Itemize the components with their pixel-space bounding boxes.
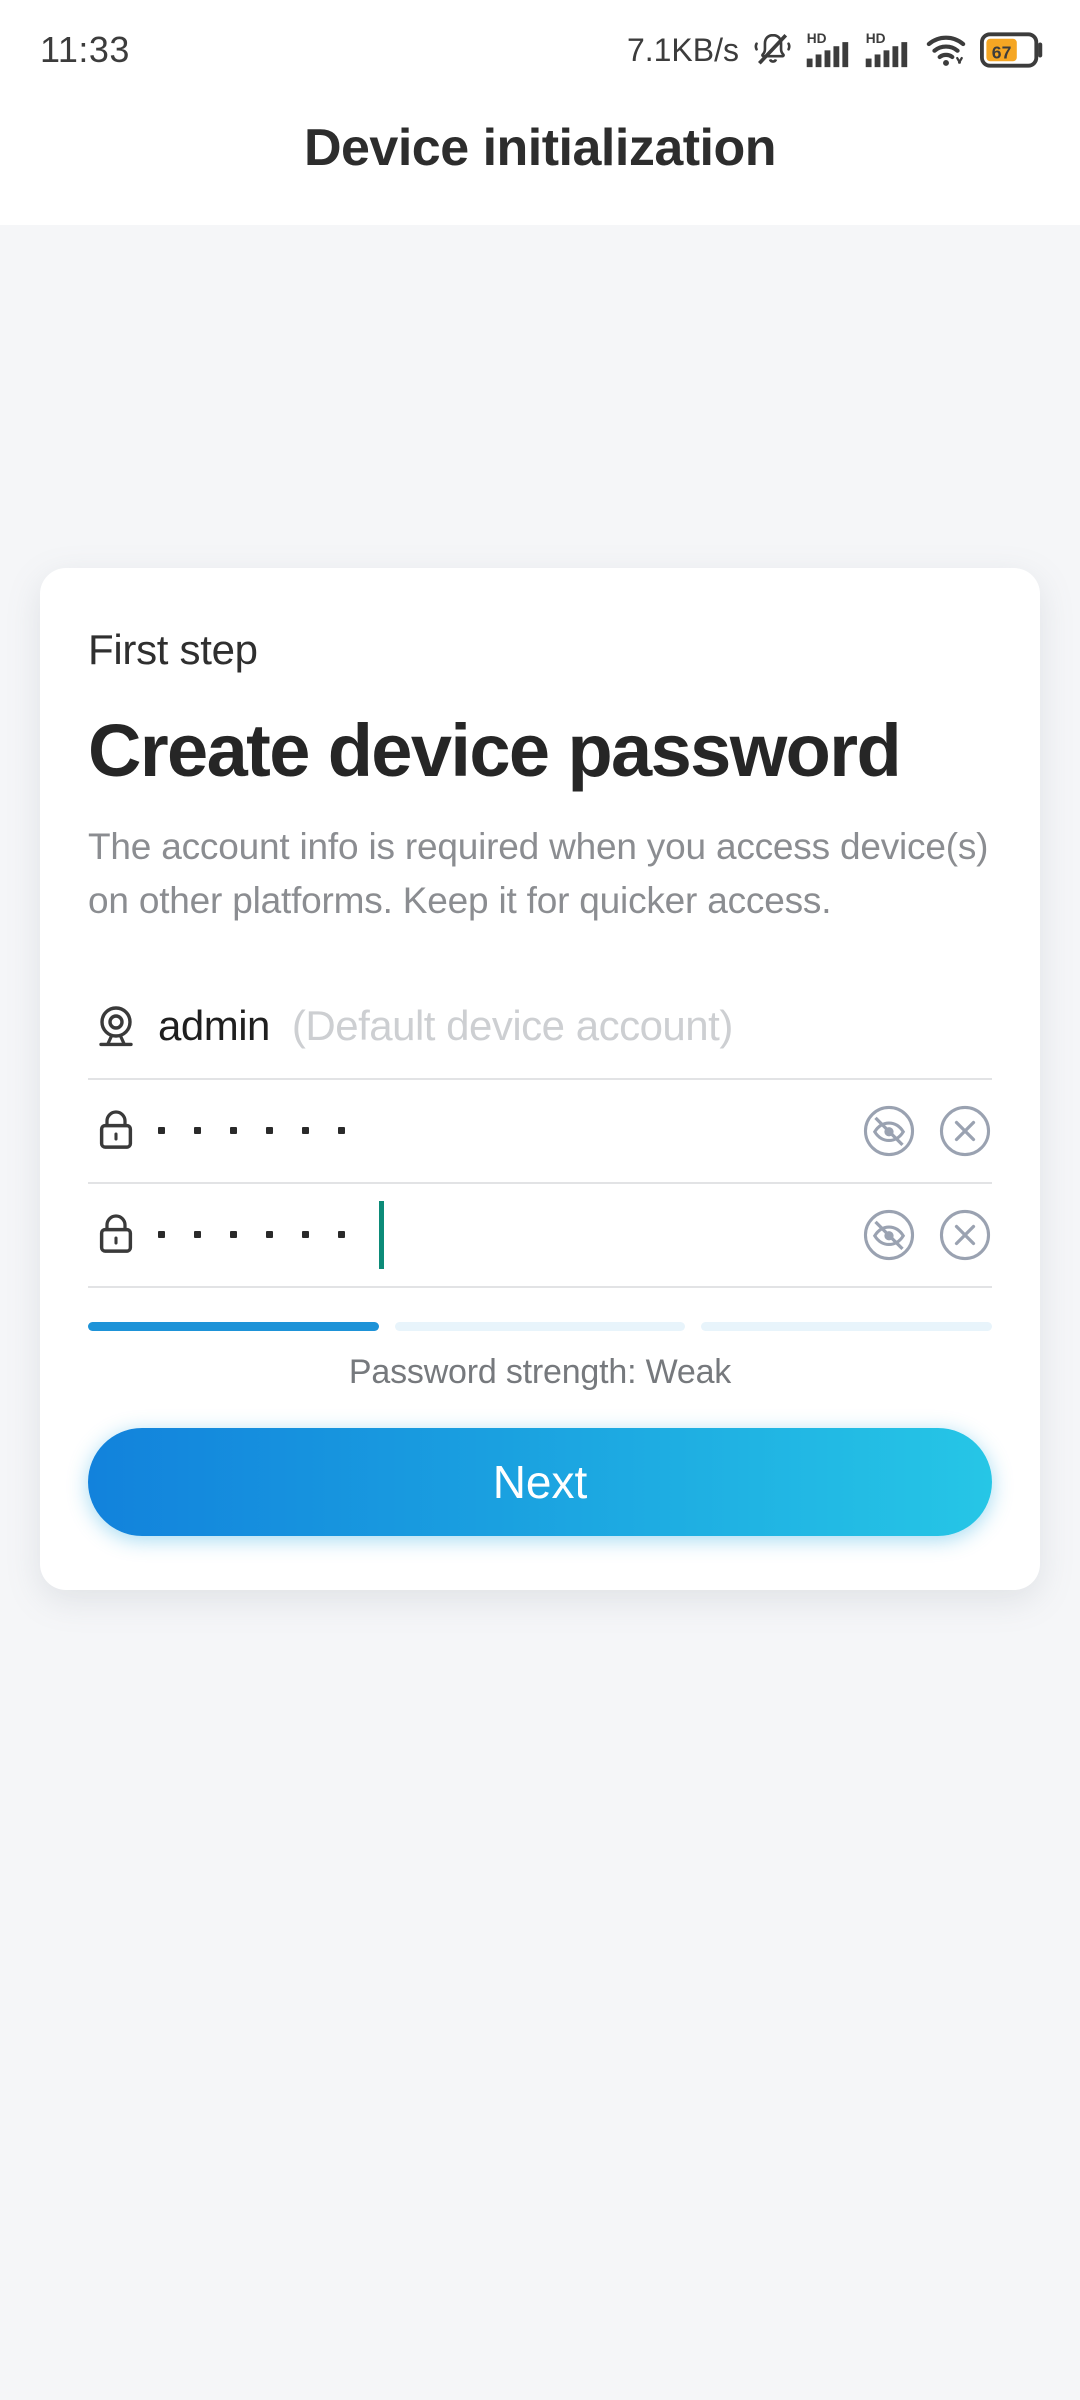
next-button[interactable]: Next [88,1427,992,1536]
password-dot [266,1127,273,1135]
status-bar: 11:33 7.1KB/s HD HD 67 [0,0,1080,100]
password-dot [230,1127,237,1135]
password-dot [158,1231,165,1239]
text-cursor [379,1200,384,1269]
bell-muted-icon [752,29,794,71]
password-strength-label: Password strength: Weak [348,1352,732,1391]
password-masked-value[interactable] [158,1127,846,1135]
signal-hd-1-icon: HD [805,29,853,71]
card-title: Create device password [88,709,902,792]
confirm-password-field-row[interactable] [88,1184,992,1288]
password-dot [194,1231,201,1239]
account-field-row[interactable]: admin (Default device account) [88,976,992,1080]
eye-off-icon[interactable] [862,1104,916,1158]
battery-icon: 67 [980,32,1044,68]
create-password-card: First step Create device password The ac… [40,568,1040,1590]
confirm-password-actions [862,1208,992,1262]
password-strength: Password strength: Weak [88,1321,993,1392]
clear-circle-icon[interactable] [938,1208,992,1262]
signal-hd-2-icon: HD [864,29,912,71]
card-container: First step Create device password The ac… [0,568,1080,1590]
page-title: Device initialization [303,119,777,177]
password-dot [338,1127,345,1135]
strength-bar-1 [88,1321,379,1331]
title-bar: Device initialization [0,100,1080,225]
account-username: admin [158,1001,270,1049]
lock-icon [88,1106,144,1156]
confirm-password-masked-value[interactable] [158,1200,846,1269]
password-dot [266,1231,273,1239]
next-button-label: Next [492,1455,588,1508]
password-dot [230,1231,237,1239]
card-description: The account info is required when you ac… [88,825,989,921]
camera-icon [88,1000,144,1052]
wifi-icon [923,29,969,71]
battery-percent-label: 67 [992,42,1012,62]
status-icons: 7.1KB/s HD HD 67 [627,29,1044,71]
password-dot [302,1127,309,1135]
status-time: 11:33 [40,29,130,70]
strength-bar-3 [701,1321,993,1331]
lock-icon [88,1210,144,1260]
svg-text:HD: HD [866,31,886,46]
svg-text:HD: HD [807,31,827,46]
password-dot [194,1127,201,1135]
password-dot [338,1231,345,1239]
network-speed-label: 7.1KB/s [626,31,739,68]
eye-off-icon[interactable] [862,1208,916,1262]
strength-bar-2 [394,1321,686,1331]
account-hint: (Default device account) [291,1001,733,1049]
clear-circle-icon[interactable] [938,1104,992,1158]
password-actions [862,1104,992,1158]
password-field-row[interactable] [88,1080,992,1184]
password-dot [158,1127,165,1135]
password-strength-bars [88,1321,993,1331]
password-dot [302,1231,309,1239]
step-label: First step [88,626,258,673]
